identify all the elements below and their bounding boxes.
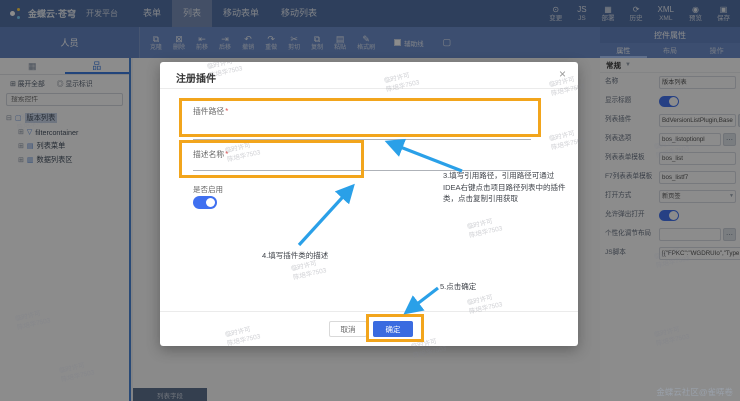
cancel-button[interactable]: 取消 <box>329 321 367 337</box>
plugin-path-label: 插件路径* <box>193 106 228 117</box>
plugin-path-input[interactable] <box>193 139 531 140</box>
description-label: 描述名称* <box>193 149 228 160</box>
divider <box>160 311 578 312</box>
annotation-step5: 5.点击确定 <box>440 281 476 293</box>
community-watermark: 金蝶云社区@雀哢卷 <box>656 386 733 398</box>
close-icon[interactable]: × <box>559 67 566 81</box>
enable-label: 是否启用 <box>193 184 223 195</box>
app-root: 金蝶云·苍穹 开发平台 表单 列表 移动表单 移动列表 ⊙变更 JSJS ▦部署… <box>0 0 740 401</box>
ok-button[interactable]: 确定 <box>373 321 413 337</box>
annotation-step4: 4.填写插件类的描述 <box>262 250 328 262</box>
modal-title: 注册插件 <box>176 70 216 85</box>
divider <box>160 88 578 89</box>
required-asterisk: * <box>225 107 228 116</box>
enable-toggle[interactable] <box>193 196 217 209</box>
required-asterisk: * <box>225 150 228 159</box>
annotation-step3: 3.填写引用路径，引用路径可通过IDEA右键点击项目路径列表中的插件类，点击复制… <box>443 170 571 205</box>
